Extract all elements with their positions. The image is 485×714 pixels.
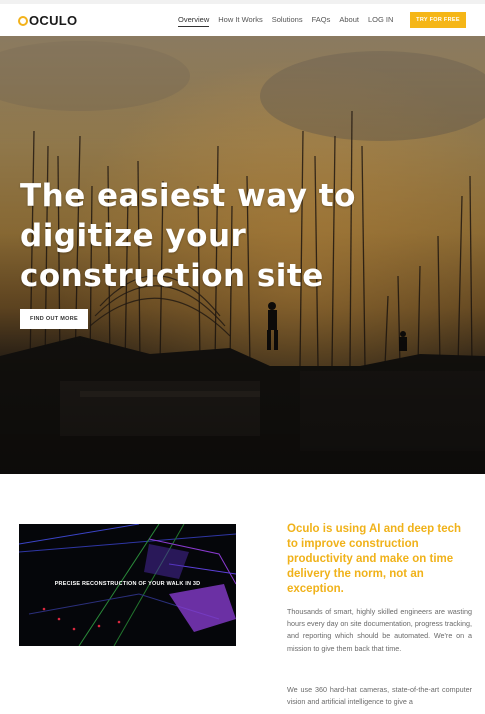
nav-link-faqs[interactable]: FAQs: [312, 15, 331, 27]
mission-headline: Oculo is using AI and deep tech to impro…: [287, 523, 462, 595]
hero-title: The easiest way to digitize your constru…: [20, 178, 356, 294]
nav-link-how-it-works[interactable]: How It Works: [218, 15, 262, 27]
try-for-free-button[interactable]: TRY FOR FREE: [410, 12, 466, 28]
nav-links: Overview How It Works Solutions FAQs Abo…: [178, 15, 402, 27]
logo-text: OCULO: [29, 13, 78, 28]
nav-link-about[interactable]: About: [339, 15, 359, 27]
hero-section: The easiest way to digitize your constru…: [0, 36, 485, 474]
mission-paragraph-1: Thousands of smart, highly skilled engin…: [287, 607, 472, 653]
nav-link-overview[interactable]: Overview: [178, 15, 210, 27]
logo-ring-icon: [18, 16, 28, 26]
logo[interactable]: OCULO: [18, 13, 77, 28]
nav-link-login[interactable]: LOG IN: [368, 15, 393, 27]
nav-link-solutions[interactable]: Solutions: [272, 15, 303, 27]
find-out-more-button[interactable]: FIND OUT MORE: [20, 309, 88, 329]
reconstruction-video[interactable]: PRECISE RECONSTRUCTION OF YOUR WALK IN 3…: [19, 524, 236, 646]
top-navigation: OCULO Overview How It Works Solutions FA…: [0, 4, 485, 36]
mission-paragraph-2: We use 360 hard-hat cameras, state-of-th…: [287, 685, 472, 707]
media-caption: PRECISE RECONSTRUCTION OF YOUR WALK IN 3…: [54, 581, 201, 587]
